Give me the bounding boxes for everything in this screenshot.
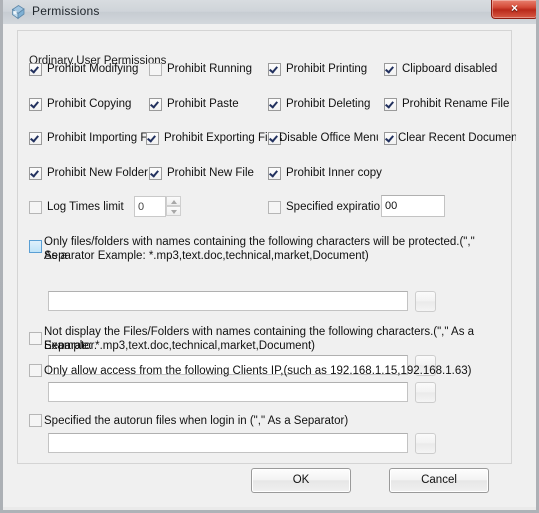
shield-app-icon (10, 4, 26, 20)
close-button[interactable]: × (491, 0, 536, 19)
label-specified-expiration-date: Specified expiration d (286, 201, 380, 213)
checkbox-prohibit-paste[interactable] (149, 98, 162, 111)
cancel-button[interactable]: Cancel (389, 468, 489, 493)
protected-names-browse-button[interactable] (415, 291, 436, 312)
label-prohibit-deleting: Prohibit Deleting (286, 98, 371, 110)
label-prohibit-modifying: Prohibit Modifying (47, 63, 139, 75)
checkbox-prohibit-importing-file[interactable] (29, 132, 42, 145)
label-hidden-names-line2: Example: *.mp3,text.doc,technical,market… (44, 340, 316, 352)
checkbox-hidden-names[interactable] (29, 332, 42, 345)
autorun-files-input[interactable] (48, 433, 408, 453)
label-disable-office-menu: Disable Office Menu (279, 132, 378, 144)
checkbox-clipboard-disabled[interactable] (384, 63, 397, 76)
label-protected-names-line2: Separator Example: *.mp3,text.doc,techni… (44, 250, 369, 262)
log-times-limit-input[interactable] (134, 196, 166, 217)
title-bar[interactable]: Permissions × (3, 0, 536, 25)
autorun-files-browse-button[interactable] (415, 433, 436, 454)
label-log-times-limit: Log Times limit (47, 201, 124, 213)
label-client-ip: Only allow access from the following Cli… (44, 365, 472, 377)
label-clear-recent-document: Clear Recent Document (398, 132, 516, 144)
label-prohibit-new-folder: Prohibit New Folder (47, 167, 148, 179)
checkbox-autorun-files[interactable] (29, 414, 42, 427)
checkbox-log-times-limit[interactable] (29, 201, 42, 214)
stepper-down-icon[interactable] (166, 206, 181, 216)
checkbox-prohibit-printing[interactable] (268, 63, 281, 76)
label-prohibit-exporting-files: Prohibit Exporting Files (164, 132, 283, 144)
client-ip-input[interactable] (48, 382, 408, 402)
label-prohibit-importing-file: Prohibit Importing File (47, 132, 159, 144)
ok-button[interactable]: OK (251, 468, 351, 493)
checkbox-prohibit-modifying[interactable] (29, 63, 42, 76)
checkbox-protected-names[interactable] (29, 240, 42, 253)
label-prohibit-paste: Prohibit Paste (167, 98, 239, 110)
log-times-limit-stepper[interactable] (166, 196, 181, 217)
checkbox-prohibit-running[interactable] (149, 63, 162, 76)
dialog-client-area: Ordinary User Permissions Prohibit Modif… (3, 24, 536, 507)
client-ip-browse-button[interactable] (415, 382, 436, 403)
window-title: Permissions (32, 4, 100, 18)
checkbox-client-ip[interactable] (29, 364, 42, 377)
checkbox-prohibit-exporting-files[interactable] (146, 132, 159, 145)
stepper-up-icon[interactable] (166, 196, 181, 206)
checkbox-prohibit-copying[interactable] (29, 98, 42, 111)
label-clipboard-disabled: Clipboard disabled (402, 63, 498, 75)
checkbox-prohibit-deleting[interactable] (268, 98, 281, 111)
label-prohibit-running: Prohibit Running (167, 63, 253, 75)
checkbox-clear-recent-document[interactable] (384, 132, 397, 145)
permissions-dialog: Permissions × Ordinary User Permissions … (0, 0, 539, 513)
label-prohibit-new-file: Prohibit New File (167, 167, 254, 179)
checkbox-prohibit-new-folder[interactable] (29, 167, 42, 180)
checkbox-specified-expiration-date[interactable] (268, 201, 281, 214)
checkbox-prohibit-inner-copy[interactable] (268, 167, 281, 180)
label-autorun-files: Specified the autorun files when login i… (44, 415, 349, 427)
protected-names-input[interactable] (48, 291, 408, 311)
label-prohibit-copying: Prohibit Copying (47, 98, 132, 110)
label-prohibit-inner-copy: Prohibit Inner copy (286, 167, 382, 179)
expiration-date-input[interactable] (381, 195, 445, 217)
checkbox-prohibit-rename-file[interactable] (384, 98, 397, 111)
checkbox-prohibit-new-file[interactable] (149, 167, 162, 180)
label-prohibit-rename-file: Prohibit Rename File (402, 98, 510, 110)
close-icon: × (510, 1, 518, 15)
label-prohibit-printing: Prohibit Printing (286, 63, 368, 75)
